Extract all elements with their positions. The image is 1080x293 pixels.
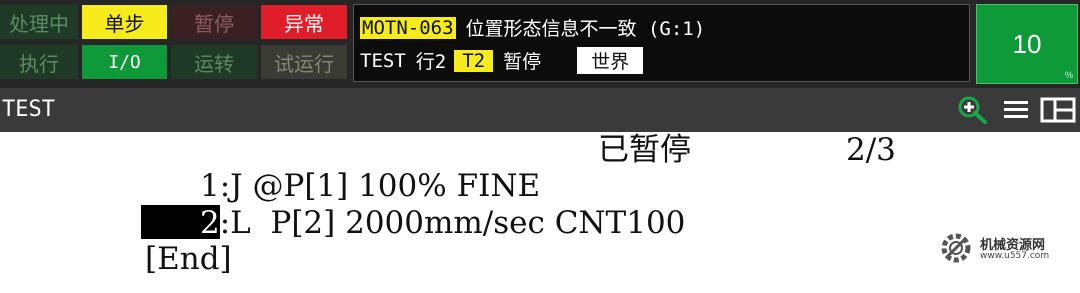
status-running: 执行 [0, 45, 78, 79]
program-state: 暂停 [503, 51, 542, 73]
page-title: TEST [2, 97, 55, 122]
tool-badge: T2 [454, 49, 494, 72]
program-name: TEST [360, 49, 406, 72]
program-editor[interactable]: 已暂停 2/3 1:J @P[1] 100% FINE 2:L P[2] 200… [0, 132, 1080, 293]
frame-badge: 世界 [577, 47, 644, 74]
line-number: 1 [200, 168, 220, 204]
execution-state: 已暂停 [598, 132, 691, 168]
status-hold: 暂停 [171, 5, 257, 39]
program-line[interactable]: 1:J @P[1] 100% FINE [200, 168, 540, 204]
line-indicator: 行2 [415, 51, 447, 73]
line-counter: 2/3 [846, 132, 896, 168]
alarm-code: MOTN-063 [360, 16, 456, 39]
line-instruction: :L P[2] 2000mm/sec CNT100 [219, 205, 686, 241]
status-trial-run: 试运行 [261, 45, 347, 79]
status-panel: 处理中 单步 暂停 异常 执行 I/O 运转 试运行 MOTN-063 位置形态… [0, 0, 1080, 88]
override-value: 10 [1012, 28, 1042, 59]
line-instruction: :J @P[1] 100% FINE [219, 168, 541, 204]
status-operation: 运转 [171, 45, 257, 79]
alarm-message-panel[interactable]: MOTN-063 位置形态信息不一致 (G:1) TEST 行2 T2 暂停 世… [353, 4, 970, 82]
status-io: I/O [82, 45, 167, 79]
status-single-step: 单步 [82, 5, 167, 39]
watermark: 机械资源网 www.u557.com [936, 226, 1076, 270]
watermark-url: www.u557.com [980, 251, 1050, 261]
status-fault: 异常 [261, 5, 347, 39]
line-number: 2 [200, 205, 220, 241]
status-processing: 处理中 [0, 5, 78, 39]
speed-override-button[interactable]: 10 % [976, 4, 1078, 84]
percent-mark: % [1064, 70, 1073, 80]
alarm-text: 位置形态信息不一致 (G:1) [465, 18, 706, 40]
program-line-selected[interactable]: 2:L P[2] 2000mm/sec CNT100 [200, 205, 685, 241]
zoom-in-icon[interactable] [956, 95, 990, 125]
split-view-icon[interactable] [1040, 95, 1076, 125]
title-bar: TEST [0, 88, 1080, 132]
menu-icon[interactable] [1002, 95, 1030, 125]
gear-icon [941, 233, 971, 263]
end-marker: [End] [145, 241, 232, 277]
